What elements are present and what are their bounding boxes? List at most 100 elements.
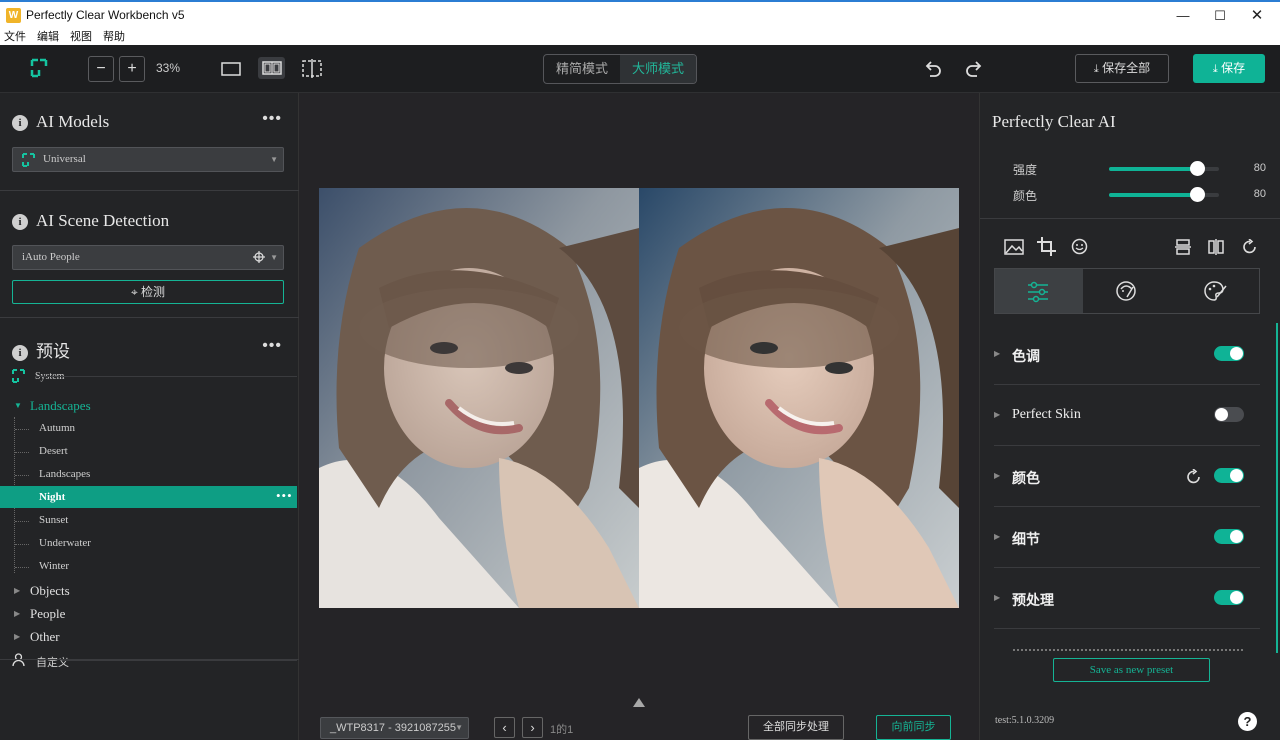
detail-toggle[interactable] xyxy=(1214,529,1244,544)
tree-branch xyxy=(15,567,29,568)
rotate-icon[interactable] xyxy=(1242,239,1258,255)
menu-help[interactable]: 帮助 xyxy=(103,30,125,44)
preset-item-sunset[interactable]: Sunset xyxy=(39,514,68,526)
preset-item-winter[interactable]: Winter xyxy=(39,560,69,572)
tree-branch xyxy=(15,475,29,476)
tone-toggle[interactable] xyxy=(1214,346,1244,361)
sync-all-button[interactable]: 全部同步处理 xyxy=(748,715,844,740)
ai-models-more-icon[interactable]: ••• xyxy=(262,110,282,128)
collapsed-caret-icon[interactable]: ▶ xyxy=(14,632,20,641)
master-mode-tab[interactable]: 大师模式 xyxy=(620,55,696,83)
image-canvas: _WTP8317 - 3921087255 ▼ ‹ › 1的1 全部同步处理 向… xyxy=(299,93,979,740)
save-as-preset-button[interactable]: Save as new preset xyxy=(1053,658,1210,682)
info-icon[interactable]: i xyxy=(12,214,28,230)
perfect-skin-toggle[interactable] xyxy=(1214,407,1244,422)
ai-models-title: AI Models xyxy=(36,112,110,131)
save-label: 保存 xyxy=(1221,61,1246,75)
preset-item-underwater[interactable]: Underwater xyxy=(39,537,91,549)
preset-item-night[interactable]: Night xyxy=(39,491,65,503)
maximize-button[interactable]: ☐ xyxy=(1202,2,1238,30)
chevron-down-icon: ▼ xyxy=(270,155,278,164)
info-icon[interactable]: i xyxy=(12,345,28,361)
menu-edit[interactable]: 编辑 xyxy=(37,30,59,44)
slider-handle[interactable] xyxy=(1190,161,1205,176)
color-slider[interactable] xyxy=(1109,187,1219,202)
save-button[interactable]: ⤓ 保存 xyxy=(1193,54,1265,83)
preset-item-desert[interactable]: Desert xyxy=(39,445,68,457)
sync-forward-button[interactable]: 向前同步 xyxy=(876,715,951,740)
minimize-button[interactable]: — xyxy=(1165,2,1201,30)
zoom-out-button[interactable]: − xyxy=(88,56,114,82)
detect-button[interactable]: ⌖ 检测 xyxy=(12,280,284,304)
face-retouch-icon xyxy=(1116,281,1136,301)
crop-icon[interactable] xyxy=(1037,237,1056,256)
landscapes-category[interactable]: Landscapes xyxy=(30,398,91,414)
preset-item-autumn[interactable]: Autumn xyxy=(39,422,75,434)
people-category[interactable]: People xyxy=(30,606,65,622)
tab-creative[interactable] xyxy=(1171,269,1259,313)
ai-model-select[interactable]: Universal ▼ xyxy=(12,147,284,172)
file-select-value: _WTP8317 - 3921087255 xyxy=(330,722,456,734)
undo-icon[interactable] xyxy=(923,59,943,79)
collapsed-caret-icon: ▶ xyxy=(994,349,1001,358)
face-icon[interactable] xyxy=(1071,238,1088,255)
toggle-knob xyxy=(1215,408,1228,421)
compare-slider-icon[interactable] xyxy=(302,59,322,78)
redo-icon[interactable] xyxy=(964,59,984,79)
menu-file[interactable]: 文件 xyxy=(4,30,26,44)
expand-filmstrip-icon[interactable] xyxy=(633,698,645,707)
menu-view[interactable]: 视图 xyxy=(70,30,92,44)
file-select[interactable]: _WTP8317 - 3921087255 ▼ xyxy=(320,717,469,739)
custom-preset-group[interactable]: 自定义 xyxy=(36,654,69,670)
split-view-button[interactable] xyxy=(258,57,285,79)
color-slider-fill xyxy=(1109,193,1197,197)
version-label: test:5.1.0.3209 xyxy=(995,715,1055,726)
single-view-icon[interactable] xyxy=(221,62,241,76)
preset-item-landscapes[interactable]: Landscapes xyxy=(39,468,90,480)
close-button[interactable]: ✕ xyxy=(1239,2,1275,30)
preprocess-toggle[interactable] xyxy=(1214,590,1244,605)
section-detail[interactable]: ▶ 细节 xyxy=(994,508,1260,568)
section-perfect-skin[interactable]: ▶ Perfect Skin xyxy=(994,386,1260,446)
perfectly-clear-logo-icon[interactable] xyxy=(30,58,48,78)
save-all-button[interactable]: ⤓ 保存全部 xyxy=(1075,54,1169,83)
preset-more-icon[interactable]: ••• xyxy=(276,488,293,504)
section-tone[interactable]: ▶ 色调 xyxy=(994,325,1260,385)
strength-slider[interactable] xyxy=(1109,161,1219,176)
section-tone-label: 色调 xyxy=(1012,350,1040,365)
color-toggle[interactable] xyxy=(1214,468,1244,483)
expanded-caret-icon[interactable]: ▼ xyxy=(14,401,22,410)
flip-vertical-icon[interactable] xyxy=(1175,239,1191,255)
flip-horizontal-icon[interactable] xyxy=(1208,239,1224,255)
reset-icon[interactable] xyxy=(1186,469,1202,485)
presets-more-icon[interactable]: ••• xyxy=(262,337,282,355)
collapsed-caret-icon[interactable]: ▶ xyxy=(14,586,20,595)
slider-handle[interactable] xyxy=(1190,187,1205,202)
next-page-button[interactable]: › xyxy=(522,717,543,738)
divider xyxy=(980,218,1280,219)
original-photo[interactable] xyxy=(319,188,639,608)
collapsed-caret-icon[interactable]: ▶ xyxy=(14,609,20,618)
partially-hidden-section xyxy=(1013,649,1243,652)
scrollbar[interactable] xyxy=(1276,323,1278,653)
divider xyxy=(0,190,299,191)
simple-mode-tab[interactable]: 精简模式 xyxy=(544,55,620,83)
section-preprocess[interactable]: ▶ 预处理 xyxy=(994,569,1260,629)
tab-adjustments[interactable] xyxy=(995,269,1083,313)
toggle-knob xyxy=(1230,469,1243,482)
app-icon: W xyxy=(6,8,21,23)
previous-page-button[interactable]: ‹ xyxy=(494,717,515,738)
processed-photo[interactable] xyxy=(639,188,959,608)
tab-eyes[interactable] xyxy=(1083,269,1171,313)
window-title: Perfectly Clear Workbench v5 xyxy=(26,8,185,22)
sliders-icon xyxy=(1028,281,1048,303)
zoom-in-button[interactable]: + xyxy=(119,56,145,82)
info-icon[interactable]: i xyxy=(12,115,28,131)
help-icon[interactable]: ? xyxy=(1238,712,1257,731)
other-category[interactable]: Other xyxy=(30,629,60,645)
image-icon[interactable] xyxy=(1004,239,1024,255)
section-color[interactable]: ▶ 颜色 xyxy=(994,447,1260,507)
objects-category[interactable]: Objects xyxy=(30,583,70,599)
scene-select[interactable]: iAuto People ▼ xyxy=(12,245,284,270)
user-icon xyxy=(12,653,25,667)
